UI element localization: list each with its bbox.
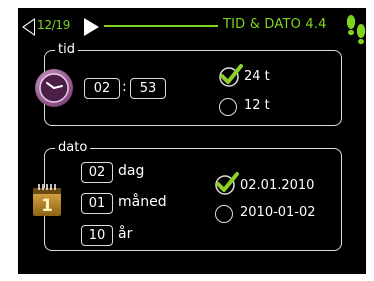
month-label: måned	[118, 194, 167, 210]
year-label: år	[118, 226, 133, 242]
month-field[interactable]: 01	[81, 193, 113, 214]
page-counter: 12/19	[37, 18, 71, 32]
back-arrow-icon[interactable]	[22, 18, 35, 36]
format-12h-label[interactable]: 12 t	[244, 98, 270, 113]
date-format-iso-label[interactable]: 2010-01-02	[240, 205, 316, 220]
clock-icon	[35, 69, 73, 107]
forward-arrow-icon[interactable]	[84, 18, 99, 36]
display-screen: 12/19 TID & DATO 4.4 tid 02 : 53 24 t 12…	[18, 8, 366, 274]
hours-field[interactable]: 02	[84, 78, 120, 99]
page-title: TID & DATO 4.4	[223, 17, 327, 32]
day-field[interactable]: 02	[81, 162, 113, 183]
time-separator: :	[122, 79, 127, 95]
format-24h-label[interactable]: 24 t	[244, 69, 270, 84]
minutes-field[interactable]: 53	[130, 78, 166, 99]
format-12h-radio[interactable]	[219, 98, 237, 116]
date-legend: dato	[55, 140, 91, 155]
day-label: dag	[118, 163, 145, 179]
header-divider	[104, 25, 218, 27]
footprint-icon	[346, 15, 366, 45]
time-legend: tid	[55, 42, 78, 57]
date-format-iso-radio[interactable]	[215, 205, 233, 223]
checkmark-icon[interactable]	[214, 171, 240, 195]
date-format-dotted-label[interactable]: 02.01.2010	[240, 178, 314, 193]
checkmark-icon[interactable]	[218, 63, 244, 87]
year-field[interactable]: 10	[81, 225, 113, 246]
calendar-day: 1	[41, 196, 53, 216]
